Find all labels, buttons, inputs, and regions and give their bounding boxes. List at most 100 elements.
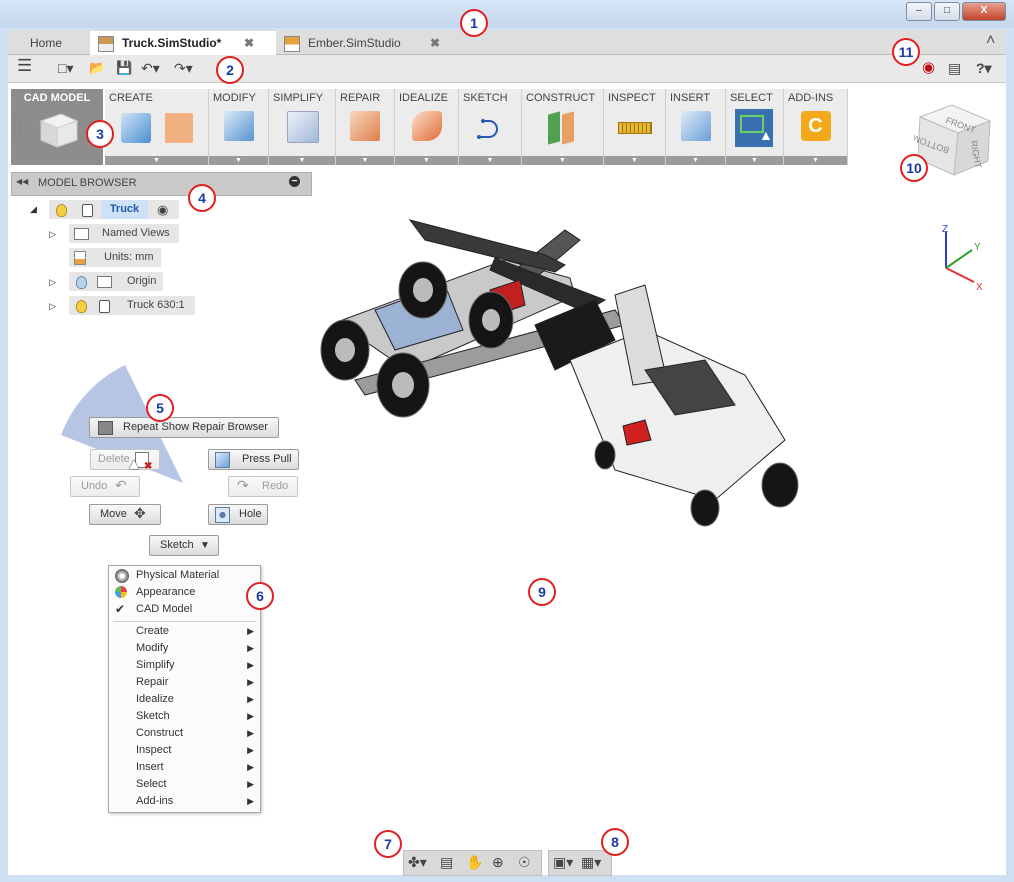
submenu-arrow-icon: ▶	[247, 660, 254, 670]
panel-idealize[interactable]: IDEALIZE ▼	[395, 89, 459, 165]
panel-modify[interactable]: MODIFY ▼	[209, 89, 269, 165]
move-button[interactable]: Move ✥	[89, 504, 161, 525]
expand-icon[interactable]: ▷	[49, 229, 56, 240]
panel-dropdown[interactable]: ▼	[395, 156, 458, 165]
menu-item-physical-material[interactable]: Physical Material	[109, 567, 260, 584]
fit-icon[interactable]: ☉	[518, 854, 531, 871]
menu-separator	[113, 621, 256, 622]
collapse-tabs-icon[interactable]: ˄	[986, 32, 995, 50]
panel-inspect[interactable]: INSPECT ▼	[604, 89, 666, 165]
undo-icon[interactable]: ↶▾	[141, 59, 160, 77]
visibility-bulb-icon[interactable]	[56, 204, 67, 217]
zoom-icon[interactable]: ⊕	[492, 854, 504, 871]
visibility-bulb-icon[interactable]	[76, 276, 87, 289]
truck-3d-model[interactable]	[315, 200, 805, 535]
pan-icon[interactable]: ✋	[466, 854, 483, 871]
tree-item-origin[interactable]: Origin	[69, 272, 163, 291]
tree-root-truck[interactable]: Truck ◉	[49, 200, 179, 219]
close-tab-icon[interactable]: ✖	[244, 31, 254, 55]
panel-dropdown[interactable]: ▼	[459, 156, 521, 165]
menu-item-insert[interactable]: Insert ▶	[109, 759, 260, 776]
look-at-icon[interactable]: ▤	[440, 854, 453, 871]
toolbar-grip[interactable]	[15, 113, 21, 137]
minimize-button[interactable]: –	[906, 2, 932, 21]
tree-item-units[interactable]: Units: mm	[69, 248, 161, 267]
repeat-command-button[interactable]: Repeat Show Repair Browser	[89, 417, 279, 438]
menu-item-select[interactable]: Select ▶	[109, 776, 260, 793]
record-icon[interactable]: ◉	[922, 59, 935, 77]
menu-item-create[interactable]: Create ▶	[109, 623, 260, 640]
visibility-bulb-icon[interactable]	[76, 300, 87, 313]
panel-select[interactable]: SELECT ▲ ▼	[726, 89, 784, 165]
help-icon[interactable]: ?▾	[976, 59, 992, 77]
delete-button[interactable]: Delete ✖	[90, 449, 160, 472]
panel-label: IDEALIZE	[399, 92, 448, 104]
expand-icon[interactable]: ▷	[49, 301, 56, 312]
panel-dropdown[interactable]: ▼	[336, 156, 394, 165]
orbit-icon[interactable]: ✤▾	[408, 854, 427, 871]
comments-icon[interactable]: ▤	[948, 59, 961, 77]
close-window-button[interactable]: X	[962, 2, 1006, 21]
model-browser-header[interactable]: ◀◀ MODEL BROWSER −	[11, 172, 312, 196]
panel-dropdown[interactable]: ▼	[522, 156, 603, 165]
close-tab-icon[interactable]: ✖	[430, 31, 440, 55]
grid-settings-icon[interactable]: ▦▾	[581, 854, 601, 871]
menu-item-inspect[interactable]: Inspect ▶	[109, 742, 260, 759]
callout-11: 11	[892, 38, 920, 66]
x-axis-label: X	[976, 282, 983, 293]
menu-item-repair[interactable]: Repair ▶	[109, 674, 260, 691]
tree-item-truck-630[interactable]: Truck 630:1	[69, 296, 195, 315]
tab-label: Home	[30, 36, 63, 50]
tree-item-named-views[interactable]: Named Views	[69, 224, 179, 243]
display-settings-icon[interactable]: ▣▾	[553, 854, 573, 871]
component-icon	[82, 204, 93, 217]
press-pull-button[interactable]: Press Pull	[208, 449, 299, 470]
new-design-icon[interactable]: □▾	[58, 59, 73, 77]
maximize-button[interactable]: □	[934, 2, 960, 21]
tab-truck-simstudio[interactable]: Truck.SimStudio* ✖	[90, 31, 276, 55]
window-titlebar[interactable]	[0, 0, 1014, 28]
submenu-arrow-icon: ▶	[247, 779, 254, 789]
menu-item-label: Select	[136, 778, 167, 790]
simplify-icon	[287, 111, 319, 143]
collapse-browser-icon[interactable]: ◀◀	[16, 177, 28, 186]
panel-dropdown[interactable]: ▼	[784, 156, 847, 165]
application-menu-icon[interactable]: ☰	[17, 57, 32, 75]
submenu-arrow-icon: ▶	[247, 677, 254, 687]
redo-icon[interactable]: ↷▾	[174, 59, 193, 77]
panel-dropdown[interactable]: ▼	[105, 156, 208, 165]
expand-icon[interactable]: ▷	[49, 277, 56, 288]
panel-dropdown[interactable]: ▼	[269, 156, 335, 165]
panel-sketch[interactable]: SKETCH ▼	[459, 89, 522, 165]
panel-dropdown[interactable]: ▼	[666, 156, 725, 165]
panel-dropdown[interactable]: ▼	[726, 156, 783, 165]
expand-root-icon[interactable]: ◢	[30, 204, 37, 215]
undo-button[interactable]: Undo ↶	[70, 476, 140, 497]
menu-item-simplify[interactable]: Simplify ▶	[109, 657, 260, 674]
panel-insert[interactable]: INSERT ▼	[666, 89, 726, 165]
redo-button[interactable]: ↷ Redo	[228, 476, 298, 497]
panel-construct[interactable]: CONSTRUCT ▼	[522, 89, 604, 165]
menu-item-appearance[interactable]: Appearance	[109, 584, 260, 601]
open-icon[interactable]: 📂	[89, 59, 105, 77]
tab-ember-simstudio[interactable]: Ember.SimStudio ✖	[284, 31, 454, 55]
construct-plane-icon	[548, 111, 560, 145]
panel-simplify[interactable]: SIMPLIFY ▼	[269, 89, 336, 165]
tab-home[interactable]: Home	[30, 31, 62, 55]
save-icon[interactable]: 💾	[116, 59, 132, 77]
menu-item-sketch[interactable]: Sketch ▶	[109, 708, 260, 725]
panel-create[interactable]: CREATE ▼	[105, 89, 209, 165]
hole-button[interactable]: Hole	[208, 504, 268, 525]
panel-dropdown[interactable]: ▼	[209, 156, 268, 165]
menu-item-construct[interactable]: Construct ▶	[109, 725, 260, 742]
panel-repair[interactable]: REPAIR ▼	[336, 89, 395, 165]
menu-item-cad-model[interactable]: ✔ CAD Model	[109, 601, 260, 618]
panel-dropdown[interactable]: ▼	[604, 156, 665, 165]
menu-item-modify[interactable]: Modify ▶	[109, 640, 260, 657]
menu-item-add-ins[interactable]: Add-ins ▶	[109, 793, 260, 810]
minimize-browser-icon[interactable]: −	[289, 176, 300, 187]
panel-add-ins[interactable]: ADD-INS C ▼	[784, 89, 848, 165]
menu-item-idealize[interactable]: Idealize ▶	[109, 691, 260, 708]
sketch-dropdown-button[interactable]: Sketch ▼	[149, 535, 219, 556]
activate-radio-icon[interactable]: ◉	[157, 200, 168, 219]
